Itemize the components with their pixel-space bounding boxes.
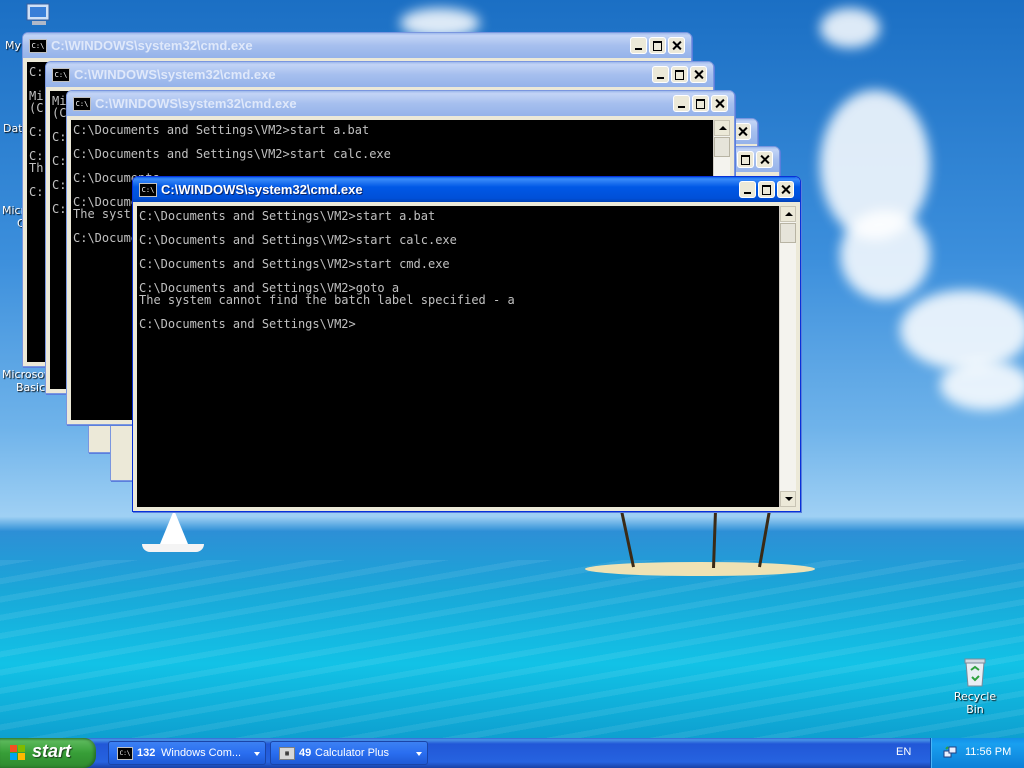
taskbar-group-calculator[interactable]: ▦ 49 Calculator Plus [270,741,428,765]
sailboat-hull [142,544,204,552]
maximize-button[interactable] [671,66,688,83]
calculator-icon: ▦ [279,747,295,760]
close-button[interactable] [668,37,685,54]
island [585,562,815,576]
chevron-down-icon [254,752,260,756]
system-tray: 11:56 PM [930,738,1024,768]
recycle-bin-label: Recycle Bin [953,690,997,716]
maximize-button[interactable] [737,151,754,168]
window-title: C:\WINDOWS\system32\cmd.exe [161,182,363,197]
close-button[interactable] [690,66,707,83]
console-text: C:\Documents and Settings\VM2>start a.ba… [139,209,515,331]
cmd-icon: C:\ [52,68,70,82]
scroll-down-button[interactable] [780,491,796,507]
chevron-down-icon [416,752,422,756]
title-bar[interactable]: C:\ C:\WINDOWS\system32\cmd.exe [67,91,734,116]
start-button[interactable]: start [0,738,96,768]
window-title: C:\WINDOWS\system32\cmd.exe [95,96,297,111]
maximize-button[interactable] [649,37,666,54]
group-label: Windows Com... [161,747,242,759]
recycle-bin[interactable]: Recycle Bin [944,656,1006,716]
cloud [820,8,880,48]
maximize-button[interactable] [692,95,709,112]
group-count: 49 [299,747,312,759]
close-button[interactable] [777,181,794,198]
palm-tree [619,506,635,568]
computer-icon [26,3,50,25]
cmd-icon: C:\ [139,183,157,197]
windows-logo-icon [10,745,26,761]
maximize-button[interactable] [758,181,775,198]
desktop-icon-label[interactable]: My [5,39,21,52]
cloud [900,290,1024,370]
cmd-icon: C:\ [73,97,91,111]
cmd-icon: C:\ [29,39,47,53]
group-label: Calculator Plus [315,747,389,759]
minimize-button[interactable] [630,37,647,54]
cmd-window-active[interactable]: C:\ C:\WINDOWS\system32\cmd.exe C:\Docum… [132,176,801,512]
start-label: start [32,741,72,761]
cmd-icon: C:\ [117,747,133,760]
sailboat [160,510,188,544]
minimize-button[interactable] [673,95,690,112]
palm-tree [758,505,772,568]
cloud [940,360,1024,410]
group-count: 132 [137,747,156,759]
close-button[interactable] [756,151,773,168]
scroll-up-button[interactable] [714,120,730,136]
network-icon[interactable] [943,745,957,759]
scroll-thumb[interactable] [714,137,730,157]
window-title: C:\WINDOWS\system32\cmd.exe [74,67,276,82]
clock[interactable]: 11:56 PM [965,746,1011,758]
minimize-button[interactable] [652,66,669,83]
desktop-icon-label[interactable]: Basic [16,381,45,394]
cloud [840,210,930,300]
minimize-button[interactable] [739,181,756,198]
taskbar: start C:\ 132 Windows Com... ▦ 49 Calcul… [0,738,1024,768]
recycle-bin-icon [964,658,986,687]
taskbar-group-cmd[interactable]: C:\ 132 Windows Com... [108,741,266,765]
scroll-thumb[interactable] [780,223,796,243]
my-computer-icon[interactable] [22,2,56,30]
window-title: C:\WINDOWS\system32\cmd.exe [51,38,253,53]
language-indicator[interactable]: EN [896,746,911,758]
close-button[interactable] [711,95,728,112]
title-bar[interactable]: C:\ C:\WINDOWS\system32\cmd.exe [46,62,713,87]
title-bar[interactable]: C:\ C:\WINDOWS\system32\cmd.exe [23,33,691,58]
title-bar[interactable]: C:\ C:\WINDOWS\system32\cmd.exe [133,177,800,202]
sea [0,560,1024,738]
console-output[interactable]: C:\Documents and Settings\VM2>start a.ba… [137,206,779,507]
vertical-scrollbar[interactable] [779,206,796,507]
scroll-up-button[interactable] [780,206,796,222]
close-button[interactable] [734,123,751,140]
